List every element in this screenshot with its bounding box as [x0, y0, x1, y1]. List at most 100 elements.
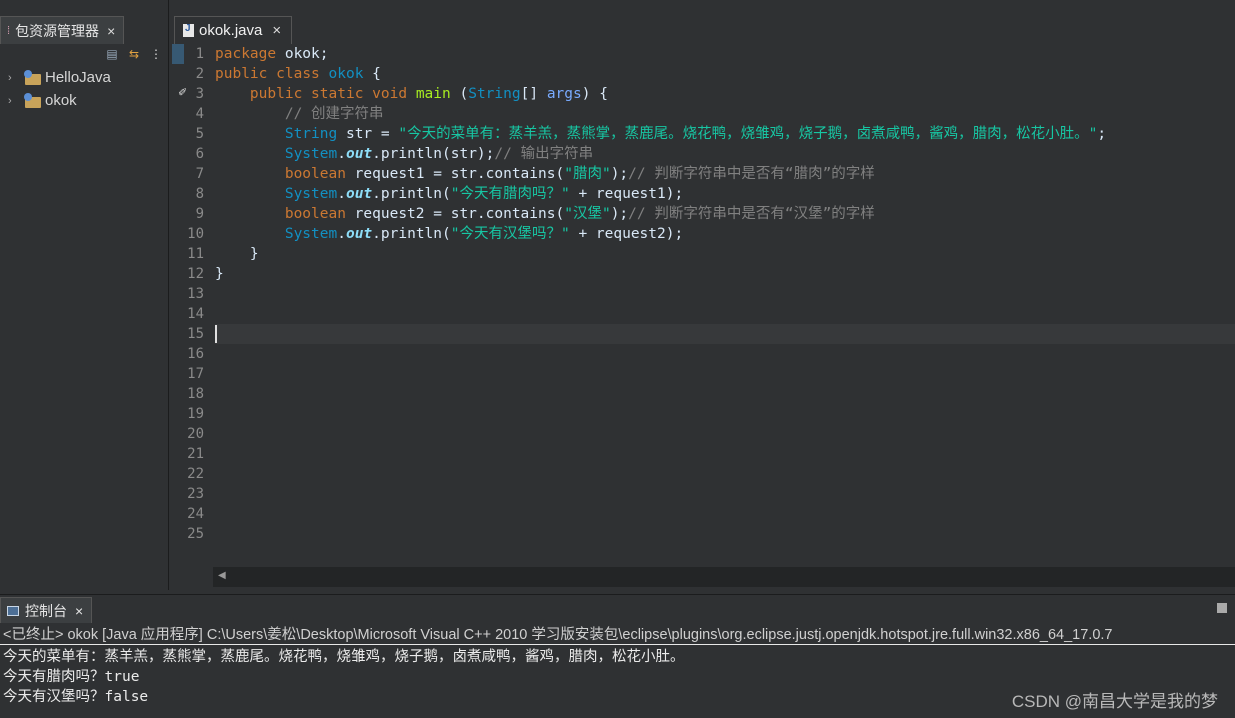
code-line: String str = "今天的菜单有：蒸羊羔，蒸熊掌，蒸鹿尾。烧花鸭，烧雏鸡…: [215, 124, 1235, 144]
code-token: System: [284, 226, 338, 242]
code-token: String: [468, 86, 521, 102]
editor-tabbar: okok.java ×: [172, 0, 1235, 44]
code-line: }: [215, 264, 1235, 284]
code-token: (: [555, 206, 565, 222]
current-line: [215, 324, 1235, 344]
view-menu-icon[interactable]: ⋮: [148, 46, 164, 62]
line-number: 16: [187, 346, 204, 362]
line-number: 21: [187, 446, 204, 462]
maximize-icon[interactable]: [1217, 603, 1227, 613]
collapse-all-icon[interactable]: ▤: [104, 46, 120, 62]
code-lines: package okok; public class okok { public…: [215, 44, 1235, 344]
line-number: 1: [195, 46, 204, 62]
line-number: 9: [195, 206, 204, 222]
code-token: ) {: [581, 86, 608, 102]
console-tab[interactable]: 控制台 ×: [0, 597, 93, 623]
code-comment: // 判断字符串中是否有“汉堡”的字样: [628, 206, 875, 222]
code-token: []: [520, 86, 547, 102]
console-panel: 控制台 × <已终止> okok [Java 应用程序] C:\Users\姜松…: [0, 594, 1235, 718]
java-project-icon: [24, 92, 42, 109]
line-number: 14: [187, 306, 204, 322]
code-token: boolean: [284, 166, 346, 182]
line-number: 22: [187, 466, 204, 482]
code-editor[interactable]: ✐ 1 2 3 4 5 6 7 8 9 10 11 12 13 14 15 16 17 18 19 20 21 22 23 2…: [172, 44, 1235, 567]
line-number: 20: [187, 426, 204, 442]
code-token: .println(: [372, 226, 451, 242]
tree-item-okok[interactable]: › okok: [0, 89, 168, 112]
code-token: package: [215, 46, 277, 62]
code-string: "汉堡": [564, 206, 611, 222]
link-editor-icon[interactable]: ⇆: [126, 46, 142, 62]
line-number: 5: [195, 126, 204, 142]
tree-item-hellojava[interactable]: › HelloJava: [0, 66, 168, 89]
code-token: System: [284, 186, 338, 202]
code-string: "今天的菜单有：蒸羊羔，蒸熊掌，蒸鹿尾。烧花鸭，烧雏鸡，烧子鹅，卤煮咸鸭，酱鸡，…: [398, 126, 1098, 142]
code-token: }: [215, 266, 224, 282]
console-output: 今天的菜单有：蒸羊羔，蒸熊掌，蒸鹿尾。烧花鸭，烧雏鸡，烧子鹅，卤煮咸鸭，酱鸡，腊…: [3, 647, 685, 707]
package-explorer-tab-label: 包资源管理器: [15, 22, 100, 39]
code-comment: // 判断字符串中是否有“腊肉”的字样: [628, 166, 875, 182]
horizontal-scrollbar[interactable]: ◀: [213, 567, 1235, 587]
line-number: 18: [187, 386, 204, 402]
code-token: (: [450, 86, 469, 102]
code-token: String: [284, 126, 338, 142]
line-number: 24: [187, 506, 204, 522]
console-status-line: <已终止> okok [Java 应用程序] C:\Users\姜松\Deskt…: [0, 625, 1235, 645]
chevron-right-icon[interactable]: ›: [8, 72, 20, 84]
console-output-line: 今天有腊肉吗？true: [3, 669, 140, 685]
close-icon[interactable]: ×: [107, 23, 115, 39]
code-token: out: [345, 186, 373, 202]
line-number: 23: [187, 486, 204, 502]
code-token: ;: [1097, 126, 1107, 142]
chevron-right-icon[interactable]: ›: [8, 95, 20, 107]
code-line: public static void main (String[] args) …: [215, 84, 1235, 104]
code-token: boolean: [284, 206, 346, 222]
code-comment: // 输出字符串: [494, 146, 594, 162]
code-line: }: [215, 244, 1235, 264]
code-token: );: [610, 206, 629, 222]
line-number: 10: [187, 226, 204, 242]
close-icon[interactable]: ×: [272, 22, 281, 39]
code-token: + request1);: [569, 186, 684, 202]
editor-tab-okok-java[interactable]: okok.java ×: [174, 16, 292, 44]
tree-item-label: HelloJava: [45, 69, 111, 86]
code-token: .println(str);: [372, 146, 495, 162]
line-number: 8: [195, 186, 204, 202]
package-explorer-icon: ⁞: [7, 24, 11, 37]
console-icon: [7, 605, 19, 616]
editor-tab-label: okok.java: [199, 22, 263, 39]
java-project-icon: [24, 69, 42, 86]
code-line: public class okok {: [215, 64, 1235, 84]
code-token: + request2);: [569, 226, 684, 242]
code-string: "今天有汉堡吗？": [450, 226, 570, 242]
code-token: request2 = str.: [345, 206, 486, 222]
code-token: request1 = str.: [345, 166, 486, 182]
package-explorer-tab[interactable]: ⁞ 包资源管理器 ×: [0, 16, 125, 44]
code-token: class: [276, 66, 320, 82]
code-token: void: [372, 86, 408, 102]
console-tab-label: 控制台: [25, 602, 67, 619]
scroll-left-icon[interactable]: ◀: [218, 570, 226, 581]
close-icon[interactable]: ×: [75, 603, 83, 619]
code-line: boolean request2 = str.contains("汉堡");//…: [215, 204, 1235, 224]
editor-panel: okok.java × ✐ 12345678910111213141516171…: [172, 0, 1235, 590]
code-token: );: [610, 166, 629, 182]
line-number: 13: [187, 286, 204, 302]
console-output-line: 今天的菜单有：蒸羊羔，蒸熊掌，蒸鹿尾。烧花鸭，烧雏鸡，烧子鹅，卤煮咸鸭，酱鸡，腊…: [3, 649, 685, 665]
text-cursor: [215, 325, 217, 343]
watermark: CSDN @南昌大学是我的梦: [1011, 692, 1218, 711]
code-token: out: [345, 226, 373, 242]
line-number: 17: [187, 366, 204, 382]
code-token: main: [415, 86, 451, 102]
project-tree: › HelloJava › okok: [0, 66, 168, 112]
code-token: out: [345, 146, 373, 162]
code-token: okok;: [276, 46, 329, 62]
line-number: 11: [187, 246, 204, 262]
code-token: contains: [485, 206, 556, 222]
code-token: {: [363, 66, 381, 82]
code-line: package okok;: [215, 44, 1235, 64]
line-number: 19: [187, 406, 204, 422]
line-number: 12: [187, 266, 204, 282]
code-token: contains: [485, 166, 556, 182]
console-output-line: 今天有汉堡吗？false: [3, 689, 149, 705]
